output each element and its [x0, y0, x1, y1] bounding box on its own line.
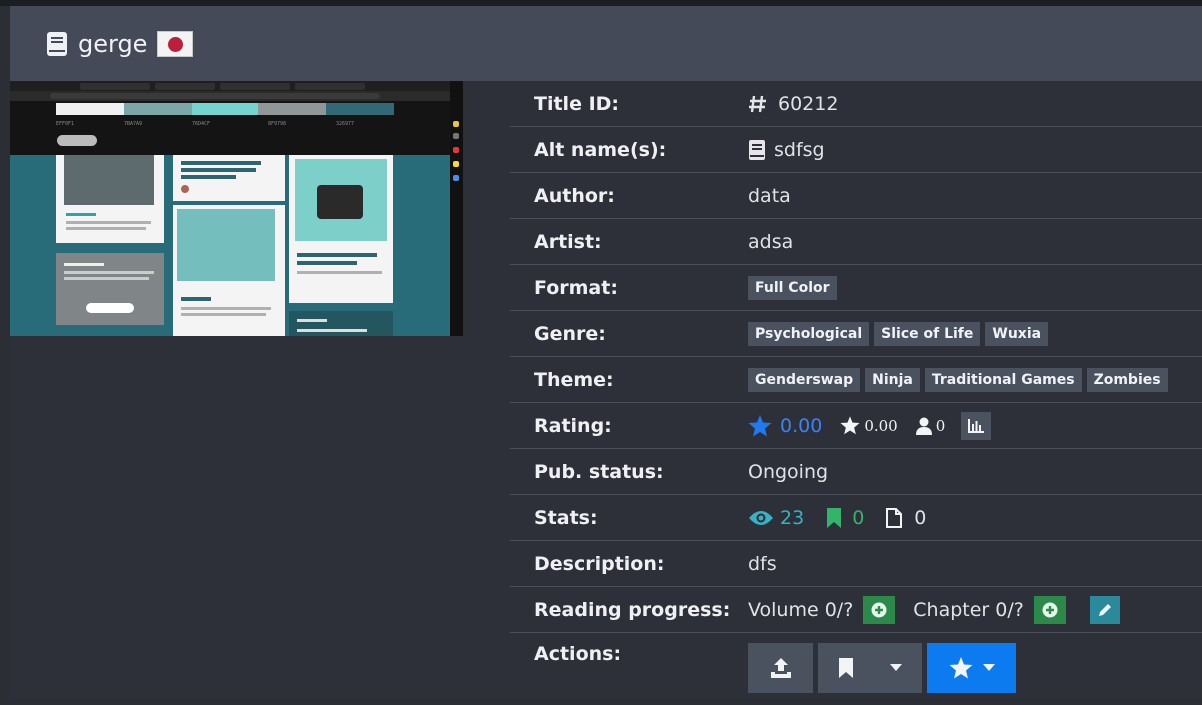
author-link[interactable]: data: [748, 185, 791, 207]
file-icon: [886, 507, 903, 528]
artist-link[interactable]: adsa: [748, 231, 793, 253]
rating-users: 0: [935, 416, 946, 435]
follows-count: 0: [852, 506, 865, 529]
thumb-sidebar: [450, 81, 463, 336]
increment-chapter-button[interactable]: [1033, 595, 1066, 624]
row-alt-names: Alt name(s): sdfsg: [510, 127, 1202, 173]
label-title-id: Title ID:: [534, 92, 620, 115]
eye-icon: [748, 509, 774, 527]
mean-rating: 0.00: [864, 416, 898, 435]
label-alt-names: Alt name(s):: [534, 138, 667, 161]
thumb-tabbar: [10, 81, 463, 91]
edit-progress-button[interactable]: [1089, 595, 1120, 624]
label-author: Author:: [534, 184, 615, 207]
upload-button[interactable]: [748, 643, 813, 693]
comments-count: 0: [914, 506, 927, 529]
row-title-id: Title ID: 60212: [510, 81, 1202, 127]
tag-traditional-games[interactable]: Traditional Games: [924, 367, 1082, 392]
star-icon: [840, 416, 860, 435]
plus-circle-icon: [871, 602, 887, 618]
label-description: Description:: [534, 552, 665, 575]
label-format: Format:: [534, 276, 618, 299]
row-rating: Rating: 0.00 0.00 0: [510, 403, 1202, 449]
star-icon: [949, 657, 973, 679]
row-actions: Actions:: [510, 633, 1202, 693]
row-artist: Artist: adsa: [510, 219, 1202, 265]
row-stats: Stats: 23 0 0: [510, 495, 1202, 541]
row-genre: Genre: Psychological Slice of Life Wuxia: [510, 311, 1202, 357]
details-list: Title ID: 60212 Alt name(s): sdfsg Autho…: [510, 81, 1202, 693]
volume-progress: Volume 0/?: [748, 598, 854, 621]
tag-full-color[interactable]: Full Color: [748, 275, 837, 300]
tag-slice-of-life[interactable]: Slice of Life: [874, 321, 981, 346]
alt-name-value: sdfsg: [774, 138, 825, 161]
row-author: Author: data: [510, 173, 1202, 219]
thumb-palette: EFF0F1 7BA7A9 76D4CF 8F9798 326977: [10, 101, 450, 155]
label-stats: Stats:: [534, 506, 598, 529]
views-count: 23: [780, 506, 805, 529]
label-artist: Artist:: [534, 230, 602, 253]
page-title: gerge: [78, 29, 148, 58]
pub-status-value: Ongoing: [748, 460, 829, 483]
title-card: gerge EFF0F1 7BA7A9 76D4CF 8F9798 326977…: [10, 6, 1202, 698]
thumb-addressbar: [10, 91, 463, 101]
bookmark-icon: [826, 507, 842, 528]
bayesian-rating: 0.00: [780, 414, 823, 437]
label-pub-status: Pub. status:: [534, 460, 664, 483]
japan-flag-icon: [157, 30, 194, 57]
label-genre: Genre:: [534, 322, 606, 345]
bar-chart-icon: [968, 418, 985, 433]
book-icon: [748, 139, 766, 161]
row-format: Format: Full Color: [510, 265, 1202, 311]
chapter-progress: Chapter 0/?: [913, 598, 1024, 621]
row-theme: Theme: Genderswap Ninja Traditional Game…: [510, 357, 1202, 403]
title-id-value: 60212: [778, 92, 839, 115]
tag-zombies[interactable]: Zombies: [1086, 367, 1168, 392]
row-reading-progress: Reading progress: Volume 0/? Chapter 0/?: [510, 587, 1202, 633]
pencil-icon: [1097, 602, 1113, 618]
label-theme: Theme:: [534, 368, 614, 391]
book-icon: [46, 31, 68, 57]
follow-dropdown-button[interactable]: [818, 643, 922, 693]
user-icon: [915, 417, 932, 435]
bookmark-icon: [838, 658, 854, 678]
tag-ninja[interactable]: Ninja: [865, 367, 920, 392]
increment-volume-button[interactable]: [863, 595, 896, 624]
caret-down-icon: [890, 664, 902, 672]
card-body: EFF0F1 7BA7A9 76D4CF 8F9798 326977 Title…: [10, 81, 1202, 698]
tag-genderswap[interactable]: Genderswap: [748, 367, 861, 392]
cover-image[interactable]: EFF0F1 7BA7A9 76D4CF 8F9798 326977: [10, 81, 463, 336]
hashtag-icon: [748, 94, 768, 114]
plus-circle-icon: [1042, 602, 1058, 618]
card-header: gerge: [10, 6, 1202, 81]
star-icon: [748, 414, 772, 437]
row-pub-status: Pub. status: Ongoing: [510, 449, 1202, 495]
label-actions: Actions:: [534, 643, 622, 665]
tag-psychological[interactable]: Psychological: [748, 321, 870, 346]
label-rating: Rating:: [534, 414, 612, 437]
row-description: Description: dfs: [510, 541, 1202, 587]
caret-down-icon: [982, 664, 995, 672]
rating-chart-button[interactable]: [961, 411, 992, 440]
tag-wuxia[interactable]: Wuxia: [985, 321, 1049, 346]
label-reading-progress: Reading progress:: [534, 598, 731, 621]
rate-dropdown-button[interactable]: [927, 643, 1016, 693]
upload-icon: [770, 657, 792, 679]
description-text: dfs: [748, 552, 777, 575]
